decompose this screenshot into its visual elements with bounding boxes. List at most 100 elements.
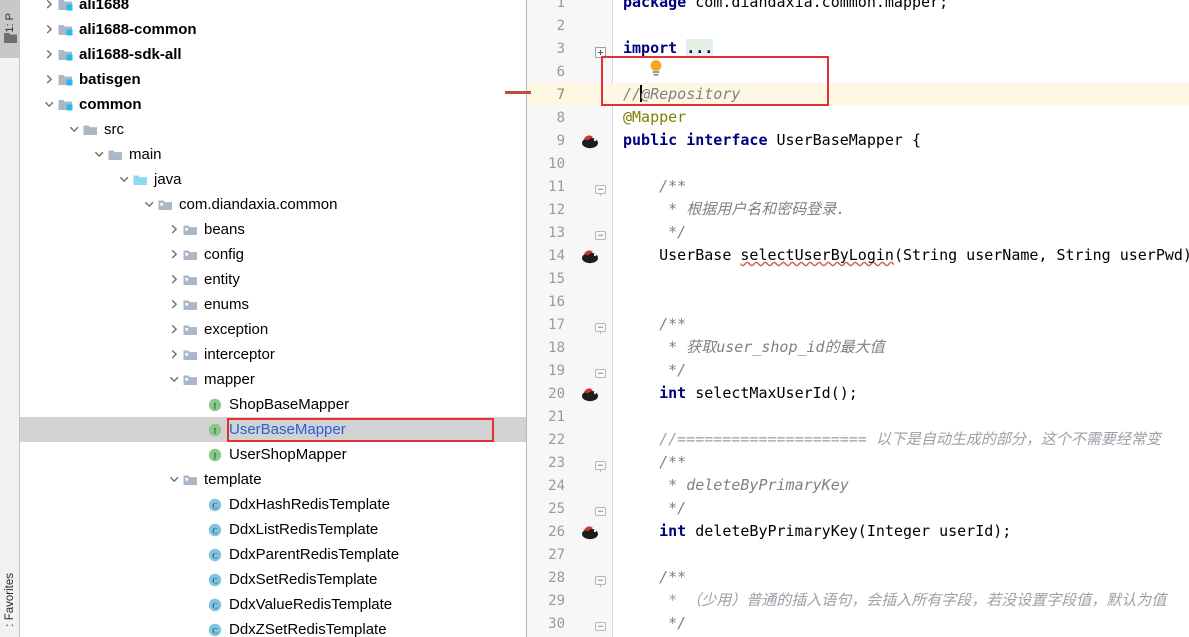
code-line[interactable]: 25 */ [527,497,1189,520]
chevron-right-icon[interactable] [167,217,182,242]
code-line[interactable]: 6 [527,60,1189,83]
code-fold-marker[interactable] [595,43,606,58]
code-line[interactable]: 28 /** [527,566,1189,589]
tree-row[interactable]: C DdxValueRedisTemplate [20,592,526,617]
code-fold-marker[interactable] [595,457,606,472]
code-fold-marker[interactable] [595,365,606,378]
code-line[interactable]: 17 /** [527,313,1189,336]
code-fold-marker[interactable] [595,503,606,516]
intention-bulb-icon[interactable] [649,59,663,77]
tree-row[interactable]: beans [20,217,526,242]
tree-row[interactable]: com.diandaxia.common [20,192,526,217]
code-line[interactable]: 19 */ [527,359,1189,382]
code-line[interactable]: 16 [527,290,1189,313]
class-icon: C [207,492,225,517]
tree-row[interactable]: C DdxZSetRedisTemplate [20,617,526,637]
code-line[interactable]: 21 [527,405,1189,428]
code-line[interactable]: 3 import ... [527,37,1189,60]
tree-item-label: DdxListRedisTemplate [229,521,379,538]
code-line[interactable]: 29 * （少用）普通的插入语句，会插入所有字段，若没设置字段值，默认为值 [527,589,1189,612]
project-tool-window[interactable]: ali1688 ali1688-common ali1688-sdk-all bati… [20,0,527,637]
code-line[interactable]: 9 public interface UserBaseMapper { [527,129,1189,152]
gutter-marker-area [573,175,613,198]
tree-row[interactable]: C DdxListRedisTemplate [20,517,526,542]
tree-row[interactable]: config [20,242,526,267]
tree-row-selected[interactable]: I UserBaseMapper [20,417,526,442]
tree-row[interactable]: batisgen [20,67,526,92]
chevron-right-icon[interactable] [167,292,182,317]
code-fold-marker[interactable] [595,618,606,631]
mybatis-statement-icon[interactable] [581,247,599,264]
code-line[interactable]: 1 package com.diandaxia.common.mapper; [527,0,1189,14]
stripe-tab-favorites[interactable]: : Favorites [0,557,20,637]
code-line[interactable]: 22 //===================== 以下是自动生成的部分，这个… [527,428,1189,451]
tree-item-label: config [204,246,245,263]
code-line-text: */ [613,612,686,635]
tree-row[interactable]: interceptor [20,342,526,367]
code-line[interactable]: 24 * deleteByPrimaryKey [527,474,1189,497]
tree-row[interactable]: C DdxParentRedisTemplate [20,542,526,567]
code-line[interactable]: 30 */ [527,612,1189,635]
chevron-right-icon[interactable] [167,342,182,367]
tree-row[interactable]: ali1688 [20,0,526,17]
editor-code-area[interactable]: 1 package com.diandaxia.common.mapper; 2 3 i… [527,0,1189,635]
code-fold-marker[interactable] [595,319,606,334]
chevron-down-icon[interactable] [142,192,157,217]
chevron-right-icon[interactable] [167,267,182,292]
code-line[interactable]: 12 * 根据用户名和密码登录. [527,198,1189,221]
chevron-right-icon[interactable] [42,0,57,17]
code-line[interactable]: 7 //@Repository [527,83,1189,106]
chevron-down-icon[interactable] [67,117,82,142]
tree-row[interactable]: template [20,467,526,492]
code-line[interactable]: 15 [527,267,1189,290]
code-fold-marker[interactable] [595,572,606,587]
tree-row[interactable]: main [20,142,526,167]
code-editor[interactable]: 1 package com.diandaxia.common.mapper; 2 3 i… [527,0,1189,637]
code-token: public interface [623,131,777,149]
code-fold-marker[interactable] [595,181,606,196]
code-line[interactable]: 23 /** [527,451,1189,474]
code-line[interactable]: 11 /** [527,175,1189,198]
code-line-text: */ [613,497,686,520]
chevron-down-icon[interactable] [42,92,57,117]
tree-row[interactable]: ali1688-common [20,17,526,42]
code-token: /** [623,568,687,586]
code-fold-marker[interactable] [595,227,606,240]
code-line[interactable]: 2 [527,14,1189,37]
code-line[interactable]: 13 */ [527,221,1189,244]
mybatis-statement-icon[interactable] [581,385,599,402]
line-number: 19 [548,362,565,379]
tree-row[interactable]: I UserShopMapper [20,442,526,467]
stripe-tab-project[interactable]: 1: P [0,0,20,58]
code-line[interactable]: 26 int deleteByPrimaryKey(Integer userId… [527,520,1189,543]
class-icon: C [207,617,225,637]
chevron-right-icon[interactable] [42,17,57,42]
code-line[interactable]: 18 * 获取user_shop_id的最大值 [527,336,1189,359]
tree-row[interactable]: entity [20,267,526,292]
tree-row[interactable]: I ShopBaseMapper [20,392,526,417]
tree-row[interactable]: src [20,117,526,142]
chevron-down-icon[interactable] [92,142,107,167]
mybatis-statement-icon[interactable] [581,132,599,149]
tree-row[interactable]: enums [20,292,526,317]
tree-row[interactable]: exception [20,317,526,342]
tree-row[interactable]: C DdxHashRedisTemplate [20,492,526,517]
tree-row[interactable]: ali1688-sdk-all [20,42,526,67]
chevron-right-icon[interactable] [42,67,57,92]
code-line[interactable]: 20 int selectMaxUserId(); [527,382,1189,405]
tree-row[interactable]: C DdxSetRedisTemplate [20,567,526,592]
chevron-right-icon[interactable] [42,42,57,67]
code-line[interactable]: 10 [527,152,1189,175]
tree-row[interactable]: mapper [20,367,526,392]
mybatis-statement-icon[interactable] [581,523,599,540]
chevron-down-icon[interactable] [117,167,132,192]
chevron-down-icon[interactable] [167,467,182,492]
chevron-right-icon[interactable] [167,317,182,342]
code-line[interactable]: 8 @Mapper [527,106,1189,129]
code-line[interactable]: 27 [527,543,1189,566]
chevron-down-icon[interactable] [167,367,182,392]
tree-row[interactable]: java [20,167,526,192]
chevron-right-icon[interactable] [167,242,182,267]
code-line[interactable]: 14 UserBase selectUserByLogin(String use… [527,244,1189,267]
tree-row[interactable]: common [20,92,526,117]
